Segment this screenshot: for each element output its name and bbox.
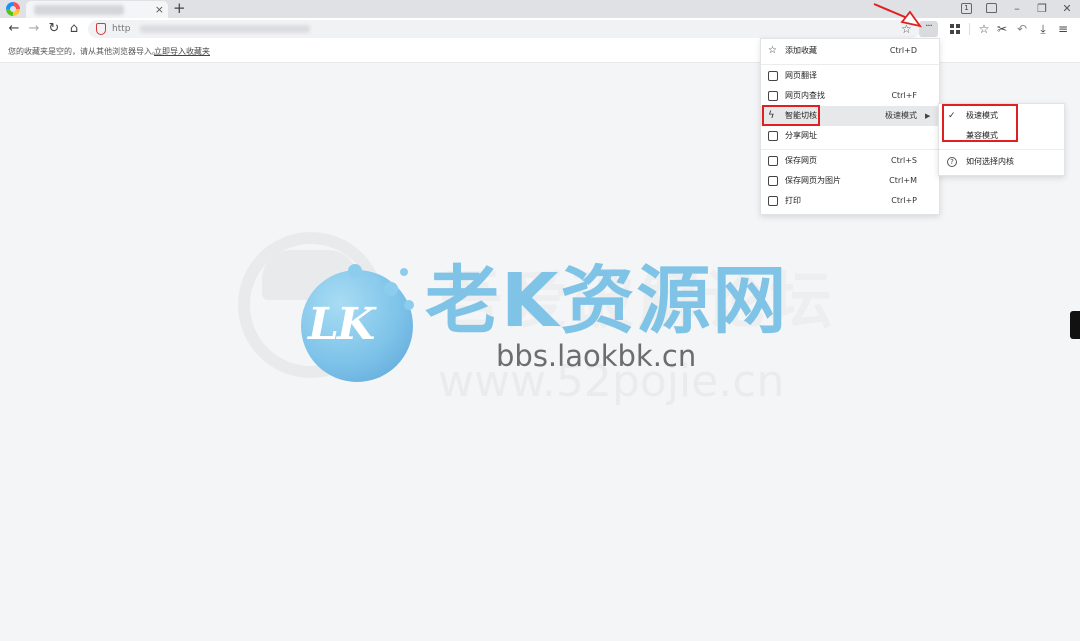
menu-item-translate[interactable]: 网页翻译: [761, 66, 939, 86]
menu-item-print[interactable]: 打印 Ctrl+P: [761, 191, 939, 211]
back-button[interactable]: ←: [4, 19, 24, 39]
url-redacted: [140, 25, 310, 33]
watermark-brand: 老K资源网: [425, 258, 789, 344]
active-tab[interactable]: ×: [26, 1, 168, 18]
highlight-kernel-modes: [942, 104, 1018, 142]
annotation-arrow-icon: [873, 3, 923, 28]
toolbar-divider: [969, 23, 970, 35]
find-icon: [768, 91, 778, 101]
tab-title-redacted: [34, 5, 124, 15]
watermark-logo-text: LK: [308, 299, 375, 350]
image-icon: [768, 176, 778, 186]
address-bar[interactable]: http ☆: [88, 20, 920, 38]
url-prefix: http: [112, 24, 131, 34]
download-icon[interactable]: ⤓: [1034, 19, 1052, 39]
new-tab-button[interactable]: +: [173, 0, 186, 17]
menu-item-add-bookmark[interactable]: ☆ 添加收藏 Ctrl+D: [761, 41, 939, 61]
favorites-icon[interactable]: ☆: [975, 19, 993, 39]
reload-button[interactable]: ↻: [44, 19, 64, 39]
forward-button[interactable]: →: [24, 19, 44, 39]
main-menu-icon[interactable]: ≡: [1054, 19, 1072, 39]
import-bookmarks-link[interactable]: 立即导入收藏夹: [154, 46, 210, 57]
home-button[interactable]: ⌂: [64, 19, 84, 39]
minimize-button[interactable]: –: [1006, 0, 1028, 18]
restore-button[interactable]: ❐: [1031, 0, 1053, 18]
help-icon: ?: [947, 157, 957, 167]
watermark-splash: [400, 268, 408, 276]
highlight-smart-kernel: [762, 105, 820, 126]
skin-icon[interactable]: [986, 3, 997, 13]
more-options-menu: ☆ 添加收藏 Ctrl+D 网页翻译 网页内查找 Ctrl+F ϟ 智能切核 极…: [760, 38, 940, 215]
apps-grid-icon[interactable]: [950, 24, 960, 34]
watermark-splash: [348, 264, 362, 278]
undo-close-icon[interactable]: ↶: [1013, 19, 1031, 39]
menu-item-find[interactable]: 网页内查找 Ctrl+F: [761, 86, 939, 106]
qr-code-icon: [768, 131, 778, 141]
bookmarks-empty-message: 您的收藏夹是空的，请从其他浏览器导入。: [8, 47, 160, 56]
menu-separator: [761, 149, 939, 150]
menu-separator: [761, 64, 939, 65]
submenu-arrow-icon: ▶: [925, 112, 931, 120]
screenshot-icon[interactable]: ✂: [993, 19, 1011, 39]
menu-item-save-as-image[interactable]: 保存网页为图片 Ctrl+M: [761, 171, 939, 191]
menu-item-share-url[interactable]: 分享网址: [761, 126, 939, 146]
tab-count-icon[interactable]: 1: [961, 3, 972, 14]
add-bookmark-icon: ☆: [768, 45, 777, 56]
watermark-url: bbs.laokbk.cn: [496, 339, 697, 373]
side-panel-tab[interactable]: [1070, 311, 1080, 339]
save-icon: [768, 156, 778, 166]
translate-icon: [768, 71, 778, 81]
watermark-splash: [404, 300, 414, 310]
close-window-button[interactable]: ✕: [1056, 0, 1078, 18]
security-shield-icon[interactable]: [96, 23, 106, 35]
browser-logo-icon[interactable]: [6, 2, 20, 16]
watermark-splash: [368, 276, 378, 286]
printer-icon: [768, 196, 778, 206]
menu-item-save-page[interactable]: 保存网页 Ctrl+S: [761, 151, 939, 171]
submenu-item-how-to-choose[interactable]: 如何选择内核: [966, 156, 1014, 168]
submenu-separator: [939, 149, 1064, 150]
watermark-splash: [384, 282, 398, 296]
tab-close-icon[interactable]: ×: [155, 1, 164, 18]
